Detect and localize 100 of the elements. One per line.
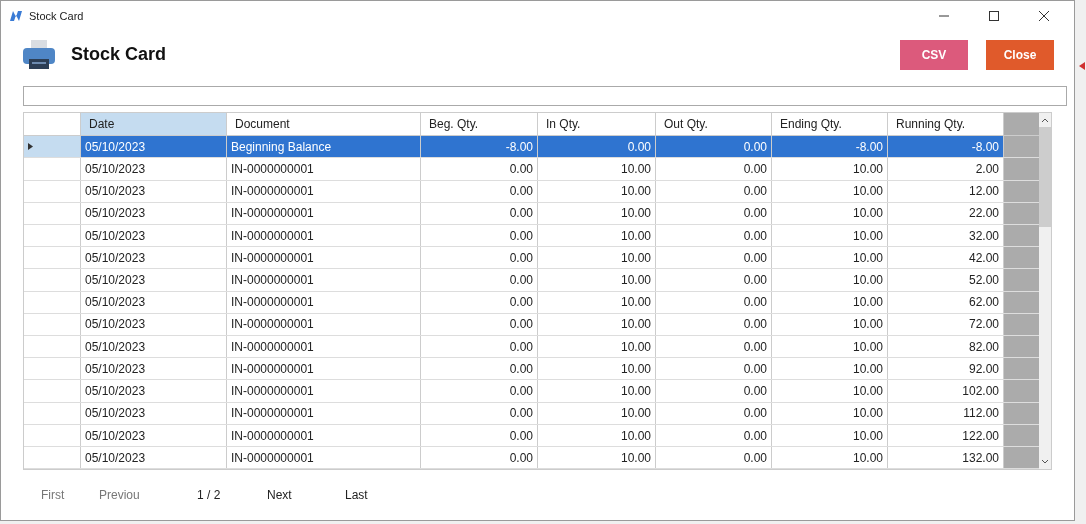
pager-button[interactable]: Previou xyxy=(99,486,177,505)
table-cell: 10.00 xyxy=(538,336,656,358)
scrollbar[interactable] xyxy=(1039,113,1051,470)
table-cell: 10.00 xyxy=(772,269,888,291)
table-cell: 05/10/2023 xyxy=(81,424,227,447)
table-cell: 10.00 xyxy=(772,358,888,380)
window-title: Stock Card xyxy=(29,8,84,24)
table-row[interactable]: 05/10/2023 IN-0000000001 0.00 10.00 0.00 10.00 62.00 xyxy=(24,291,1039,314)
table-cell: 10.00 xyxy=(772,313,888,336)
table-cell: 0.00 xyxy=(421,336,538,358)
table-cell: 0.00 xyxy=(656,424,772,447)
table-cell: IN-0000000001 xyxy=(227,224,421,247)
table-cell: 10.00 xyxy=(538,447,656,469)
table-cell: 10.00 xyxy=(538,180,656,202)
table-row[interactable]: 05/10/2023 IN-0000000001 0.00 10.00 0.00 10.00 102.00 xyxy=(24,380,1039,403)
table-row[interactable]: 05/10/2023 IN-0000000001 0.00 10.00 0.00 10.00 132.00 xyxy=(24,447,1039,470)
table-cell: 05/10/2023 xyxy=(81,358,227,380)
table-cell: 0.00 xyxy=(421,247,538,269)
table-cell: 05/10/2023 xyxy=(81,247,227,269)
table-cell: 0.00 xyxy=(421,358,538,380)
table-cell: 0.00 xyxy=(421,202,538,224)
table-row[interactable]: 05/10/2023 IN-0000000001 0.00 10.00 0.00 10.00 52.00 xyxy=(24,269,1039,292)
table-cell: 0.00 xyxy=(656,180,772,202)
table-cell: 10.00 xyxy=(772,424,888,447)
table-cell: IN-0000000001 xyxy=(227,269,421,291)
table-cell: 0.00 xyxy=(421,380,538,402)
table-row[interactable]: 05/10/2023 IN-0000000001 0.00 10.00 0.00 10.00 82.00 xyxy=(24,336,1039,359)
table-cell: 10.00 xyxy=(538,202,656,224)
table-cell: 05/10/2023 xyxy=(81,180,227,202)
table-cell: 0.00 xyxy=(421,180,538,202)
table-cell: 10.00 xyxy=(538,224,656,247)
table-cell: 05/10/2023 xyxy=(81,380,227,402)
table-cell: IN-0000000001 xyxy=(227,447,421,469)
table-cell: 10.00 xyxy=(772,402,888,424)
table-cell: 05/10/2023 xyxy=(81,158,227,180)
table-cell: -8.00 xyxy=(421,136,538,158)
table-cell: 0.00 xyxy=(656,358,772,380)
pager-button[interactable]: First xyxy=(41,486,99,505)
csv-button[interactable]: CSV xyxy=(900,39,968,70)
table-cell: IN-0000000001 xyxy=(227,180,421,202)
table-row[interactable]: 05/10/2023 IN-0000000001 0.00 10.00 0.00 10.00 92.00 xyxy=(24,358,1039,381)
table-cell: 10.00 xyxy=(772,224,888,247)
table-cell: 10.00 xyxy=(772,247,888,269)
table-cell: 0.00 xyxy=(656,269,772,291)
table-cell: 10.00 xyxy=(538,291,656,313)
table-row[interactable]: 05/10/2023 IN-0000000001 0.00 10.00 0.00 10.00 32.00 xyxy=(24,224,1039,248)
close-button[interactable]: Close xyxy=(986,39,1054,70)
page-indicator: 1 / 2 xyxy=(196,487,222,505)
table-row[interactable]: 05/10/2023 IN-0000000001 0.00 10.00 0.00 10.00 112.00 xyxy=(24,402,1039,425)
table-cell: 05/10/2023 xyxy=(81,336,227,358)
table-cell: IN-0000000001 xyxy=(227,424,421,447)
table-cell: 05/10/2023 xyxy=(81,447,227,469)
app-logo-icon xyxy=(9,9,23,22)
table-cell: 10.00 xyxy=(538,380,656,402)
table-cell: IN-0000000001 xyxy=(227,291,421,313)
table-cell: 0.00 xyxy=(421,269,538,291)
table-cell: 10.00 xyxy=(538,313,656,336)
column-header[interactable]: Date xyxy=(81,113,227,136)
table-cell: 05/10/2023 xyxy=(81,224,227,247)
arrow-tip-icon xyxy=(1079,62,1085,70)
page-title: Stock Card xyxy=(71,43,167,67)
table-cell: -8.00 xyxy=(772,136,888,158)
table-cell: 0.00 xyxy=(656,336,772,358)
table-cell: IN-0000000001 xyxy=(227,313,421,336)
pager-button[interactable]: Next xyxy=(267,486,345,505)
table-cell: 05/10/2023 xyxy=(81,402,227,424)
table-cell: 0.00 xyxy=(421,291,538,313)
table-row[interactable]: 05/10/2023 IN-0000000001 0.00 10.00 0.00 10.00 2.00 xyxy=(24,158,1039,181)
table-cell: Beginning Balance xyxy=(227,136,421,158)
table-cell: 0.00 xyxy=(421,158,538,180)
table-cell: 10.00 xyxy=(772,291,888,313)
table-cell: 05/10/2023 xyxy=(81,202,227,224)
table-cell: 0.00 xyxy=(656,224,772,247)
table-row[interactable]: 05/10/2023 Beginning Balance -8.00 0.00 0.00 -8.00 -8.00 xyxy=(24,136,1039,159)
table-cell: 10.00 xyxy=(538,269,656,291)
maximize-icon xyxy=(989,10,999,21)
table-cell: 0.00 xyxy=(656,202,772,224)
table-cell: 0.00 xyxy=(656,402,772,424)
table-cell: 0.00 xyxy=(656,291,772,313)
table-cell: 0.00 xyxy=(656,313,772,336)
table-row[interactable]: 05/10/2023 IN-0000000001 0.00 10.00 0.00 10.00 42.00 xyxy=(24,247,1039,270)
table-cell: 10.00 xyxy=(772,336,888,358)
table-cell: 0.00 xyxy=(656,158,772,180)
table-cell: 10.00 xyxy=(538,402,656,424)
table-cell: 10.00 xyxy=(772,158,888,180)
table-row[interactable]: 05/10/2023 IN-0000000001 0.00 10.00 0.00 10.00 12.00 xyxy=(24,180,1039,203)
table-row[interactable]: 05/10/2023 IN-0000000001 0.00 10.00 0.00 10.00 22.00 xyxy=(24,202,1039,225)
table-cell: 0.00 xyxy=(421,224,538,247)
table-cell: IN-0000000001 xyxy=(227,247,421,269)
pager-button[interactable]: Last xyxy=(345,486,423,505)
table-cell: IN-0000000001 xyxy=(227,336,421,358)
table-cell: 10.00 xyxy=(538,158,656,180)
table-cell: 0.00 xyxy=(656,380,772,402)
table-cell: 0.00 xyxy=(538,136,656,158)
table-row[interactable]: 05/10/2023 IN-0000000001 0.00 10.00 0.00 10.00 122.00 xyxy=(24,424,1039,448)
table-cell: 10.00 xyxy=(538,247,656,269)
table-cell: 05/10/2023 xyxy=(81,313,227,336)
filter-field[interactable] xyxy=(23,86,1067,107)
table-cell: IN-0000000001 xyxy=(227,158,421,180)
table-row[interactable]: 05/10/2023 IN-0000000001 0.00 10.00 0.00 10.00 72.00 xyxy=(24,313,1039,337)
